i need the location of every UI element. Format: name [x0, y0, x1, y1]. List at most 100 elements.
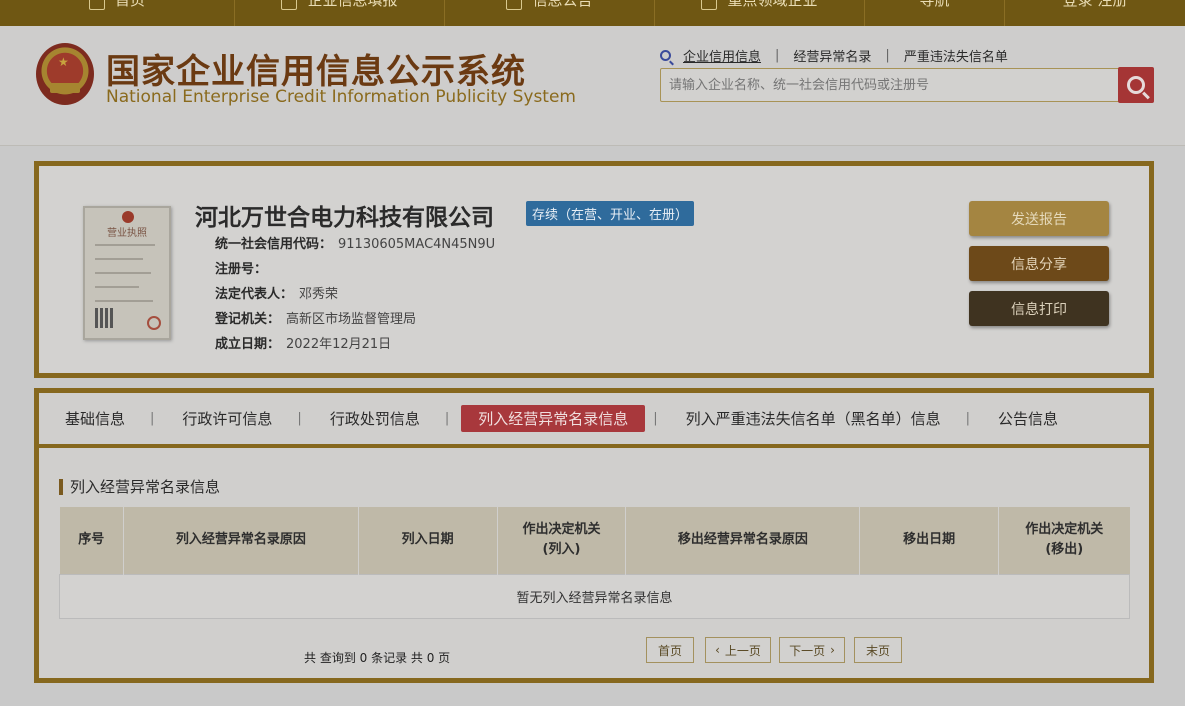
company-panel: 营业执照 河北万世合电力科技有限公司 存续（在营、开业、在册） 统一社会信用代码… — [34, 161, 1154, 378]
field-label: 法定代表人： — [215, 287, 294, 302]
megaphone-icon — [701, 0, 718, 10]
tab-bar: 基础信息 | 行政许可信息 | 行政处罚信息 | 列入经营异常名录信息 | 列入… — [39, 393, 1149, 448]
search-type-links: 企业信用信息 | 经营异常名录 | 严重违法失信名单 — [660, 46, 1008, 65]
search-input[interactable] — [660, 68, 1120, 102]
company-name: 河北万世合电力科技有限公司 — [195, 205, 494, 231]
col-authority-out: 作出决定机关 (移出) — [998, 507, 1130, 574]
tab-separator: | — [965, 411, 971, 426]
pager-prev-button[interactable]: ‹ 上一页 — [705, 637, 771, 663]
tab-separator: | — [653, 411, 658, 426]
table-header-row: 序号 列入经营异常名录原因 列入日期 作出决定机关 (列入) 移出经营异常名录原因… — [59, 507, 1130, 574]
nav-notice-label: 信息公告 — [532, 0, 593, 9]
col-label: 列入日期 — [401, 532, 454, 548]
col-date-in: 列入日期 — [358, 507, 498, 574]
nav-key-enterprise[interactable]: 重点领域企业 — [655, 0, 865, 26]
col-index: 序号 — [59, 507, 124, 574]
pager-first-button[interactable]: 首页 — [646, 637, 694, 663]
edit-icon — [281, 0, 298, 10]
link-blacklist[interactable]: 严重违法失信名单 — [904, 46, 1008, 65]
tab-abnormal-list[interactable]: 列入经营异常名录信息 — [461, 405, 646, 432]
field-label: 登记机关： — [215, 312, 281, 327]
pager-prev-label: 上一页 — [724, 643, 761, 658]
col-label: 序号 — [78, 532, 105, 548]
tab-blacklist[interactable]: 列入严重违法失信名单（黑名单）信息 — [686, 404, 941, 433]
col-label-sub: (列入) — [542, 542, 581, 558]
link-enterprise-credit[interactable]: 企业信用信息 — [683, 46, 761, 65]
search-icon — [1127, 76, 1145, 94]
link-separator: | — [775, 48, 780, 63]
col-label-sub: (移出) — [1045, 542, 1084, 558]
tab-separator: | — [150, 411, 155, 426]
license-line — [95, 258, 143, 260]
pager-last-button[interactable]: 末页 — [854, 637, 902, 663]
qr-code-icon — [95, 308, 115, 328]
share-info-button[interactable]: 信息分享 — [969, 246, 1109, 281]
site-title: 国家企业信用信息公示系统 — [106, 52, 526, 92]
seal-icon — [147, 316, 161, 330]
nav-login-label: 登录 注册 — [1062, 0, 1128, 9]
link-abnormal-list[interactable]: 经营异常名录 — [793, 46, 871, 65]
print-info-button[interactable]: 信息打印 — [969, 291, 1109, 326]
section-title: 列入经营异常名录信息 — [59, 479, 220, 495]
col-label: 移出日期 — [903, 532, 956, 548]
star-icon: ★ — [58, 55, 69, 69]
site-title-en: National Enterprise Credit Information P… — [106, 87, 576, 107]
pager-next-label: 下一页 — [789, 643, 826, 658]
nav-login[interactable]: 登录 注册 — [1005, 0, 1185, 26]
tab-announcements[interactable]: 公告信息 — [998, 404, 1058, 433]
license-line — [95, 286, 139, 288]
field-established: 成立日期： 2022年12月21日 — [215, 333, 391, 352]
nav-key-enterprise-label: 重点领域企业 — [727, 0, 818, 9]
col-label: 作出决定机关 — [522, 522, 601, 538]
col-authority-in: 作出决定机关 (列入) — [497, 507, 627, 574]
license-line — [95, 272, 151, 274]
tab-basic-info[interactable]: 基础信息 — [65, 404, 125, 433]
national-emblem-icon: ★ — [36, 43, 94, 105]
field-label: 统一社会信用代码： — [215, 237, 333, 252]
tab-admin-penalty[interactable]: 行政处罚信息 — [330, 404, 420, 433]
col-label: 移出经营异常名录原因 — [677, 532, 808, 548]
license-line — [95, 244, 155, 246]
col-label: 作出决定机关 — [1025, 522, 1104, 538]
col-label: 列入经营异常名录原因 — [175, 532, 306, 548]
status-badge: 存续（在营、开业、在册） — [526, 201, 695, 226]
field-credit-code: 统一社会信用代码： 91130605MAC4N45N9U — [215, 233, 495, 252]
field-authority: 登记机关： 高新区市场监督管理局 — [215, 308, 416, 327]
field-value: 高新区市场监督管理局 — [286, 312, 417, 327]
nav-notice[interactable]: 信息公告 — [445, 0, 655, 26]
field-value: 2022年12月21日 — [286, 337, 392, 352]
home-icon — [88, 0, 105, 10]
abnormal-list-table: 序号 列入经营异常名录原因 列入日期 作出决定机关 (列入) 移出经营异常名录原因… — [59, 507, 1130, 619]
col-reason-out: 移出经营异常名录原因 — [625, 507, 861, 574]
license-title: 营业执照 — [107, 228, 147, 239]
empty-message: 暂无列入经营异常名录信息 — [59, 573, 1130, 619]
business-license-image[interactable]: 营业执照 — [83, 206, 171, 340]
col-date-out: 移出日期 — [859, 507, 1000, 574]
table-row: 暂无列入经营异常名录信息 — [59, 573, 1130, 619]
tab-separator: | — [444, 411, 450, 426]
chevron-right-icon: › — [830, 643, 835, 657]
pager-next-button[interactable]: 下一页 › — [779, 637, 845, 663]
col-reason-in: 列入经营异常名录原因 — [123, 507, 359, 574]
field-value: 邓秀荣 — [299, 287, 339, 302]
field-value: 91130605MAC4N45N9U — [338, 237, 496, 252]
license-line — [95, 300, 153, 302]
nav-home[interactable]: 首页 — [0, 0, 235, 26]
site-header: ★ 国家企业信用信息公示系统 National Enterprise Credi… — [0, 26, 1185, 146]
tab-separator: | — [297, 411, 302, 426]
nav-report[interactable]: 企业信息填报 — [235, 0, 445, 26]
field-label: 注册号： — [215, 262, 268, 277]
emblem-base — [50, 83, 80, 93]
record-summary: 共 查询到 0 条记录 共 0 页 — [304, 651, 451, 665]
info-tabs-panel: 基础信息 | 行政许可信息 | 行政处罚信息 | 列入经营异常名录信息 | 列入… — [34, 388, 1154, 683]
top-nav: 首页 企业信息填报 信息公告 重点领域企业 导航 登录 注册 — [0, 0, 1185, 26]
field-legal-rep: 法定代表人： 邓秀荣 — [215, 283, 338, 302]
nav-guide[interactable]: 导航 — [865, 0, 1005, 26]
search-button[interactable] — [1118, 67, 1154, 103]
send-report-button[interactable]: 发送报告 — [969, 201, 1109, 236]
document-icon — [506, 0, 523, 10]
emblem-icon — [122, 211, 134, 223]
nav-home-label: 首页 — [114, 0, 145, 9]
chevron-left-icon: ‹ — [715, 643, 720, 657]
tab-admin-license[interactable]: 行政许可信息 — [182, 404, 272, 433]
